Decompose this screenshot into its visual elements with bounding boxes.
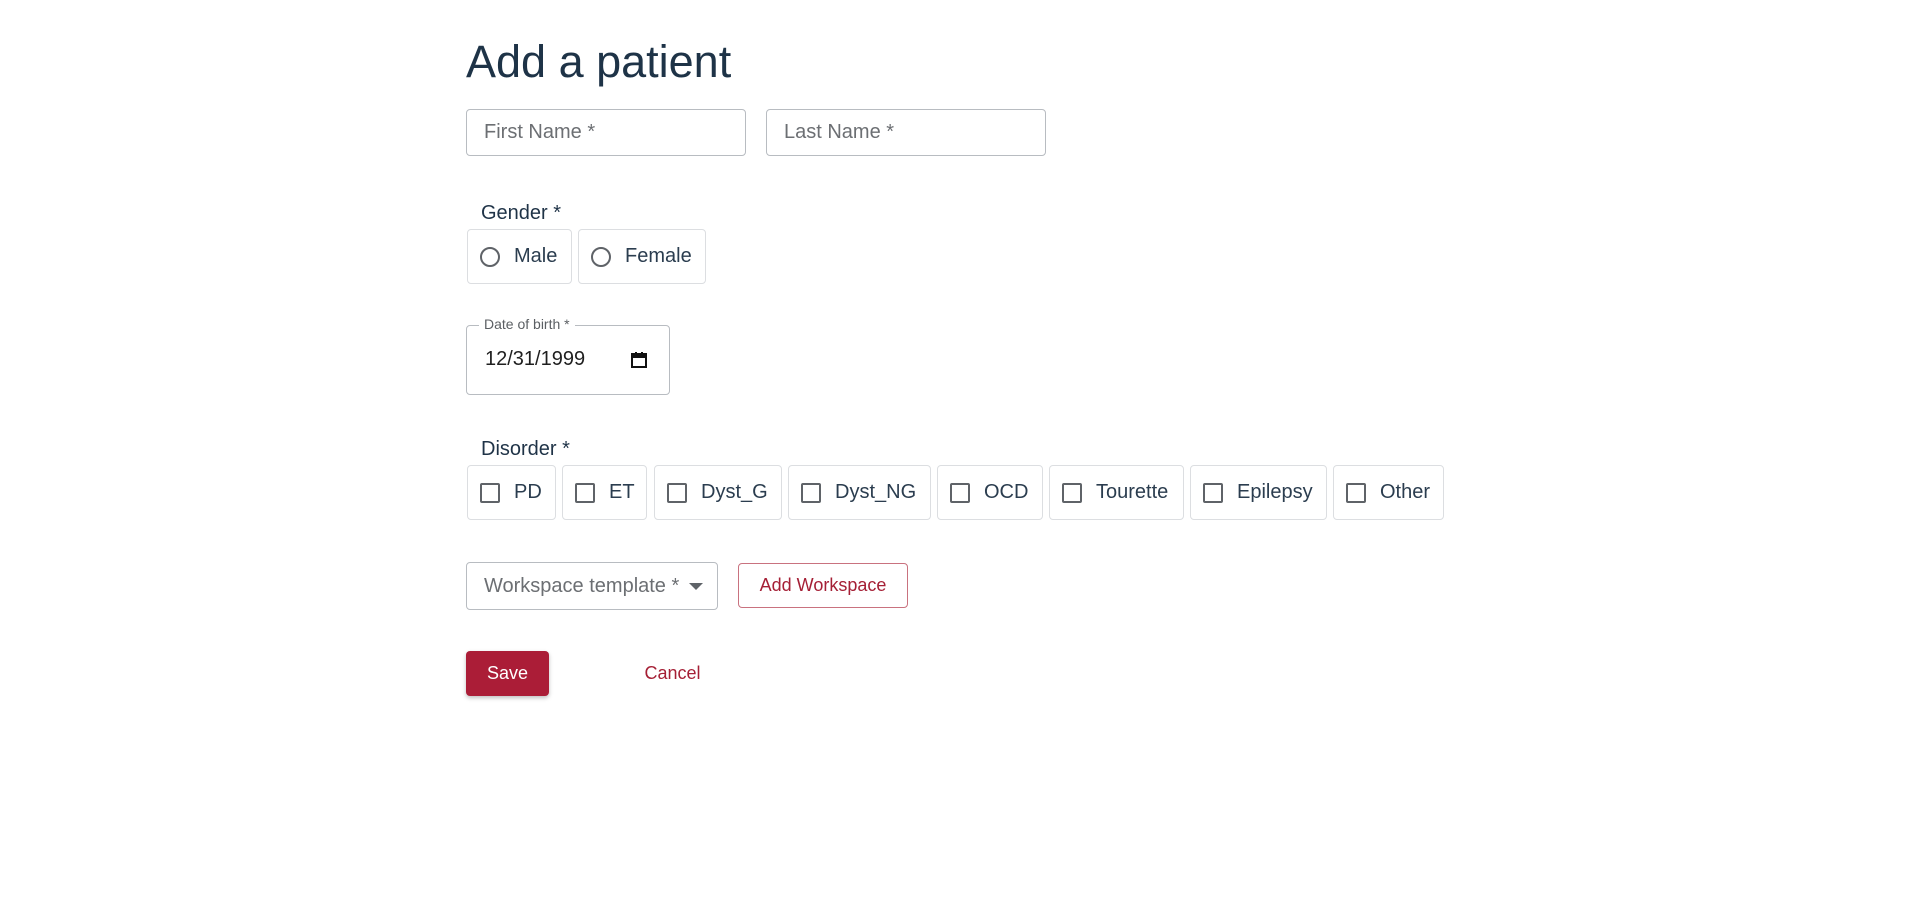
disorder-option-label: ET (609, 481, 635, 503)
page-title: Add a patient (466, 36, 732, 87)
gender-label: Gender * (481, 202, 562, 224)
caret-down-icon[interactable] (689, 583, 703, 590)
disorder-label: Disorder * (481, 438, 570, 460)
add-workspace-button[interactable]: Add Workspace (738, 563, 908, 608)
gender-option-female[interactable]: Female (578, 229, 706, 284)
checkbox-unchecked-icon[interactable] (667, 482, 687, 503)
date-of-birth-value[interactable]: 12/31/1999 (485, 348, 585, 371)
gender-option-male[interactable]: Male (467, 229, 572, 284)
disorder-option-ocd[interactable]: OCD (937, 465, 1043, 520)
disorder-option-label: Epilepsy (1237, 481, 1313, 503)
radio-unchecked-icon[interactable] (591, 246, 611, 267)
checkbox-unchecked-icon[interactable] (801, 482, 821, 503)
workspace-template-select[interactable]: Workspace template * (466, 562, 718, 610)
date-of-birth-field[interactable]: Date of birth * 12/31/1999 (466, 316, 670, 395)
disorder-option-label: Dyst_NG (835, 481, 917, 503)
last-name-field[interactable]: Last Name * (766, 109, 1046, 156)
calendar-icon[interactable] (630, 351, 648, 369)
checkbox-unchecked-icon[interactable] (575, 482, 595, 503)
disorder-option-tourette[interactable]: Tourette (1049, 465, 1184, 520)
checkbox-unchecked-icon[interactable] (1062, 482, 1082, 503)
disorder-option-label: Dyst_G (701, 481, 768, 503)
disorder-option-label: Other (1380, 481, 1431, 503)
first-name-placeholder: First Name * (484, 121, 596, 143)
disorder-option-other[interactable]: Other (1333, 465, 1444, 520)
checkbox-unchecked-icon[interactable] (1346, 482, 1366, 503)
last-name-placeholder: Last Name * (784, 121, 895, 143)
checkbox-unchecked-icon[interactable] (480, 482, 500, 503)
disorder-option-label: OCD (984, 481, 1029, 503)
date-of-birth-label: Date of birth * (479, 316, 575, 332)
disorder-option-epilepsy[interactable]: Epilepsy (1190, 465, 1327, 520)
disorder-option-dyst-g[interactable]: Dyst_G (654, 465, 782, 520)
checkbox-unchecked-icon[interactable] (950, 482, 970, 503)
gender-option-label: Male (514, 245, 558, 267)
first-name-field[interactable]: First Name * (466, 109, 746, 156)
save-button[interactable]: Save (466, 651, 549, 696)
radio-unchecked-icon[interactable] (480, 246, 500, 267)
disorder-option-label: Tourette (1096, 481, 1169, 503)
workspace-template-placeholder: Workspace template * (484, 574, 680, 597)
cancel-button[interactable]: Cancel (629, 651, 716, 696)
gender-option-label: Female (625, 245, 692, 267)
disorder-option-et[interactable]: ET (562, 465, 647, 520)
disorder-option-pd[interactable]: PD (467, 465, 556, 520)
disorder-option-label: PD (514, 481, 542, 503)
disorder-option-dyst-ng[interactable]: Dyst_NG (788, 465, 931, 520)
checkbox-unchecked-icon[interactable] (1203, 482, 1223, 503)
